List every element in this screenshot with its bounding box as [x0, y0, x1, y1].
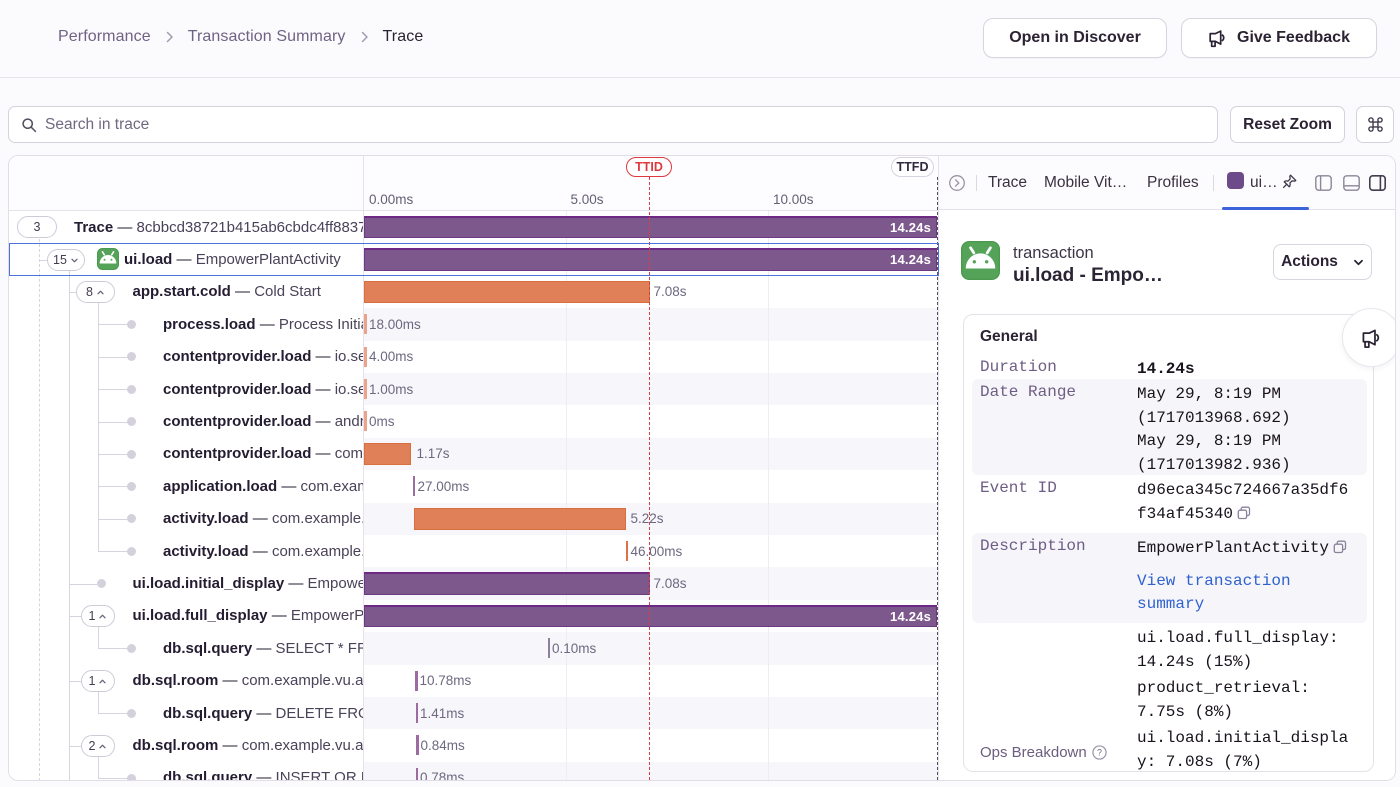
svg-text:?: ?	[1097, 748, 1102, 758]
